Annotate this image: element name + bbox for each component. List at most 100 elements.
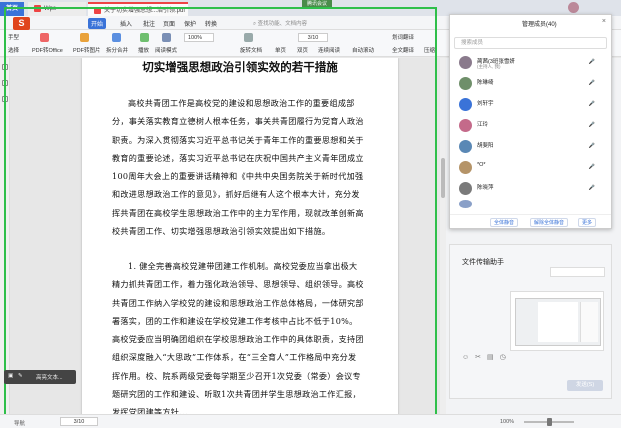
history-icon[interactable]: ◷: [500, 354, 512, 361]
zoom-slider-handle[interactable]: [547, 418, 552, 426]
member-name: 陈晓萍: [477, 185, 494, 191]
single-page-button[interactable]: 单页: [275, 46, 286, 54]
emoji-icon[interactable]: ☺: [462, 354, 475, 361]
member-avatar: [459, 200, 472, 208]
tab-document[interactable]: 关于切实增强思想...治引领.pdf: [88, 2, 188, 16]
compress-button[interactable]: 压缩: [424, 46, 435, 54]
rotate-icon: [244, 33, 253, 42]
member-role: (主持人, 我): [477, 64, 501, 69]
unmute-all-button[interactable]: 解除全体静音: [530, 218, 569, 227]
tab-wps[interactable]: Wps: [28, 2, 86, 16]
thumbnail-icon[interactable]: [2, 64, 8, 70]
highlight-icon[interactable]: ▣: [8, 373, 13, 379]
member-row[interactable]: [450, 197, 611, 211]
rotate-button[interactable]: 旋转文档: [240, 46, 262, 54]
member-panel-footer: 全体静音 解除全体静音 更多: [450, 214, 611, 228]
document-paragraph-2: 1. 健全完善高校党建带团建工作机制。高校党委应当拿出极大精力抓共青团工作，着力…: [112, 261, 364, 414]
member-mic-icon[interactable]: 🎤: [589, 80, 603, 86]
member-avatar: [459, 182, 472, 195]
status-page-input[interactable]: 3/10: [60, 417, 98, 426]
member-avatar: [459, 98, 472, 111]
folder-icon[interactable]: ▤: [487, 354, 500, 361]
full-translate-button[interactable]: 全文翻译: [392, 46, 414, 54]
member-name: 陈琳绮: [477, 80, 494, 86]
member-mic-icon[interactable]: 🎤: [589, 185, 603, 191]
menu-insert[interactable]: 插入: [120, 19, 132, 28]
member-panel-title: 管理成员(40): [522, 22, 557, 28]
pdf-to-image-button[interactable]: PDF转图片: [73, 46, 101, 54]
mute-all-button[interactable]: 全体静音: [490, 218, 519, 227]
app-logo[interactable]: S: [13, 17, 30, 30]
select-tool-button[interactable]: 选择: [8, 46, 19, 54]
file-transfer-panel: 文件传输助手 ☺✂▤◷ 发送(S): [449, 244, 612, 399]
menu-convert[interactable]: 转换: [205, 19, 217, 28]
member-row[interactable]: 陈晓萍 🎤: [450, 179, 611, 199]
function-search[interactable]: ⌕ 查找功能、文档内容: [253, 19, 313, 28]
image-message[interactable]: [510, 291, 604, 351]
member-name: 江玲: [477, 122, 489, 128]
screen-share-badge: 腾讯会议: [302, 0, 333, 8]
more-button[interactable]: 更多: [578, 218, 597, 227]
pdf-to-office-button[interactable]: PDF转Office: [32, 46, 63, 54]
scrollbar-thumb[interactable]: [441, 158, 445, 198]
member-avatar: [459, 77, 472, 90]
member-name: 胡斐阳: [477, 143, 494, 149]
continuous-read-button[interactable]: 连续阅读: [318, 46, 340, 54]
bookmark-icon[interactable]: [2, 80, 8, 86]
zoom-select[interactable]: 100%: [184, 33, 214, 42]
member-avatar: [459, 119, 472, 132]
screen: 首页 Wps 关于切实增强思想...治引领.pdf 腾讯会议 S 开始 插入 批…: [0, 0, 621, 428]
scissors-icon[interactable]: ✂: [475, 354, 487, 361]
function-search-placeholder: 查找功能、文档内容: [257, 21, 308, 27]
member-row[interactable]: 江玲 🎤: [450, 116, 611, 136]
pdf-to-image-icon: [80, 33, 89, 42]
menu-start[interactable]: 开始: [88, 18, 107, 29]
document-area: 切实增强思想政治引领实效的若干措施 高校共青团工作是高校党的建设和思想政治工作的…: [10, 58, 442, 414]
document-paragraph-1: 高校共青团工作是高校党的建设和思想政治工作的重要组成部分，事关落实教育立德树人根…: [112, 98, 364, 237]
menu-comment[interactable]: 批注: [143, 19, 155, 28]
comment-icon[interactable]: [2, 96, 8, 102]
member-panel: 管理成员(40) × 搜索成员 蔺茜(3班张雪妍 (主持人, 我) 🎤 陈琳绮 …: [449, 14, 612, 229]
document-page[interactable]: 切实增强思想政治引领实效的若干措施 高校共青团工作是高校党的建设和思想政治工作的…: [82, 58, 398, 414]
navigation-button[interactable]: 导航: [14, 419, 25, 427]
member-row[interactable]: *O* 🎤: [450, 158, 611, 178]
member-avatar: [459, 140, 472, 153]
member-mic-icon[interactable]: 🎤: [589, 101, 603, 107]
tab-wps-label: Wps: [44, 6, 56, 12]
hand-tool-button[interactable]: 手型: [8, 33, 19, 41]
member-row[interactable]: 胡斐阳 🎤: [450, 137, 611, 157]
play-button[interactable]: 播放: [138, 46, 149, 54]
member-avatar: [459, 56, 472, 69]
pen-icon[interactable]: ✎: [18, 373, 23, 379]
status-bar: 导航 3/10 100%: [0, 414, 621, 428]
message-bubble[interactable]: [550, 267, 605, 277]
word-translate-button[interactable]: 划词翻译: [392, 33, 414, 41]
thumbnail-page: [538, 302, 578, 342]
member-search-input[interactable]: 搜索成员: [454, 37, 607, 49]
member-row[interactable]: 刘轩宇 🎤: [450, 95, 611, 115]
member-mic-icon[interactable]: 🎤: [589, 59, 603, 65]
page-input[interactable]: 3/10: [298, 33, 328, 42]
document-title: 切实增强思想政治引领实效的若干措施: [142, 60, 338, 74]
member-row[interactable]: 陈琳绮 🎤: [450, 74, 611, 94]
send-button[interactable]: 发送(S): [567, 380, 603, 391]
double-page-button[interactable]: 双页: [297, 46, 308, 54]
close-icon[interactable]: ×: [602, 18, 606, 25]
member-mic-icon[interactable]: 🎤: [589, 143, 603, 149]
screenshot-thumbnail[interactable]: [515, 298, 601, 346]
split-merge-button[interactable]: 拆分合并: [106, 46, 128, 54]
member-mic-icon[interactable]: 🎤: [589, 164, 603, 170]
user-avatar[interactable]: [568, 2, 579, 13]
tab-document-label: 关于切实增强思想...治引领.pdf: [104, 8, 186, 14]
member-row[interactable]: 蔺茜(3班张雪妍 (主持人, 我) 🎤: [450, 53, 611, 73]
menu-page[interactable]: 页面: [163, 19, 175, 28]
read-mode-icon: [162, 33, 171, 42]
auto-scroll-button[interactable]: 自动滚动: [352, 46, 374, 54]
menu-protect[interactable]: 保护: [184, 19, 196, 28]
read-mode-button[interactable]: 阅读模式: [155, 46, 177, 54]
member-mic-icon[interactable]: 🎤: [589, 122, 603, 128]
tab-home[interactable]: 首页: [0, 2, 24, 16]
floating-annotation-tool[interactable]: ▣ ✎ 高亮文本...: [4, 370, 76, 384]
floating-tool-label: 高亮文本...: [36, 375, 63, 381]
split-merge-icon: [112, 33, 121, 42]
